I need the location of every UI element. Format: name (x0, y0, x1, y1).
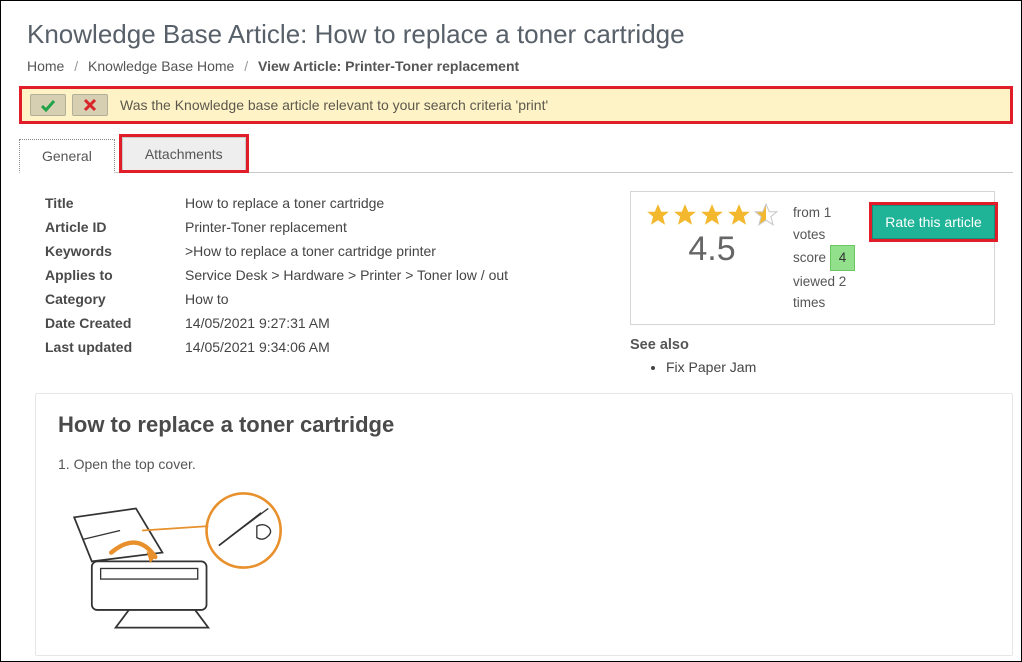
meta-value-date-created: 14/05/2021 9:27:31 AM (185, 311, 526, 335)
meta-label-category: Category (45, 287, 185, 311)
meta-label-keywords: Keywords (45, 239, 185, 263)
star-icon (699, 202, 725, 228)
tabs: General Attachments (19, 134, 1021, 173)
star-icon (645, 202, 671, 228)
cross-icon (83, 98, 97, 112)
breadcrumb-home[interactable]: Home (27, 58, 64, 74)
see-also-list: Fix Paper Jam (666, 359, 995, 375)
tab-general[interactable]: General (19, 139, 115, 173)
star-icon (726, 202, 752, 228)
rate-article-button[interactable]: Rate this article (872, 205, 994, 239)
rating-votes: from 1 votes (793, 202, 855, 245)
rating-views: viewed 2 times (793, 271, 855, 314)
rating-score: 4.5 (645, 230, 779, 269)
meta-value-title: How to replace a toner cartridge (185, 191, 526, 215)
star-icon (672, 202, 698, 228)
breadcrumb-current: View Article: Printer-Toner replacement (258, 58, 519, 74)
rating-score-label: score (793, 250, 826, 265)
meta-label-title: Title (45, 191, 185, 215)
see-also-item[interactable]: Fix Paper Jam (666, 359, 995, 375)
breadcrumb: Home / Knowledge Base Home / View Articl… (27, 58, 1021, 74)
meta-value-applies-to: Service Desk > Hardware > Printer > Tone… (185, 263, 526, 287)
meta-value-keywords: >How to replace a toner cartridge printe… (185, 239, 526, 263)
star-rating (645, 202, 779, 228)
see-also-heading: See also (630, 337, 995, 353)
page-title: Knowledge Base Article: How to replace a… (27, 19, 1021, 50)
check-icon (40, 98, 56, 112)
breadcrumb-kb-home[interactable]: Knowledge Base Home (88, 58, 234, 74)
feedback-no-button[interactable] (72, 94, 108, 116)
printer-illustration (58, 482, 288, 632)
meta-value-category: How to (185, 287, 526, 311)
meta-value-article-id: Printer-Toner replacement (185, 215, 526, 239)
meta-label-last-updated: Last updated (45, 335, 185, 359)
article-body: How to replace a toner cartridge 1. Open… (35, 393, 1013, 656)
article-heading: How to replace a toner cartridge (58, 412, 990, 438)
meta-value-last-updated: 14/05/2021 9:34:06 AM (185, 335, 526, 359)
rating-score-badge: 4 (830, 245, 856, 271)
article-step-1: 1. Open the top cover. (58, 456, 990, 472)
meta-table: TitleHow to replace a toner cartridge Ar… (45, 191, 526, 359)
feedback-banner: Was the Knowledge base article relevant … (19, 86, 1013, 124)
rating-card: 4.5 from 1 votes score 4 viewed 2 times … (630, 191, 995, 325)
tab-attachments[interactable]: Attachments (122, 137, 246, 170)
meta-label-article-id: Article ID (45, 215, 185, 239)
meta-label-applies-to: Applies to (45, 263, 185, 287)
feedback-yes-button[interactable] (30, 94, 66, 116)
star-half-icon (753, 202, 779, 228)
feedback-text: Was the Knowledge base article relevant … (120, 97, 548, 113)
meta-label-date-created: Date Created (45, 311, 185, 335)
